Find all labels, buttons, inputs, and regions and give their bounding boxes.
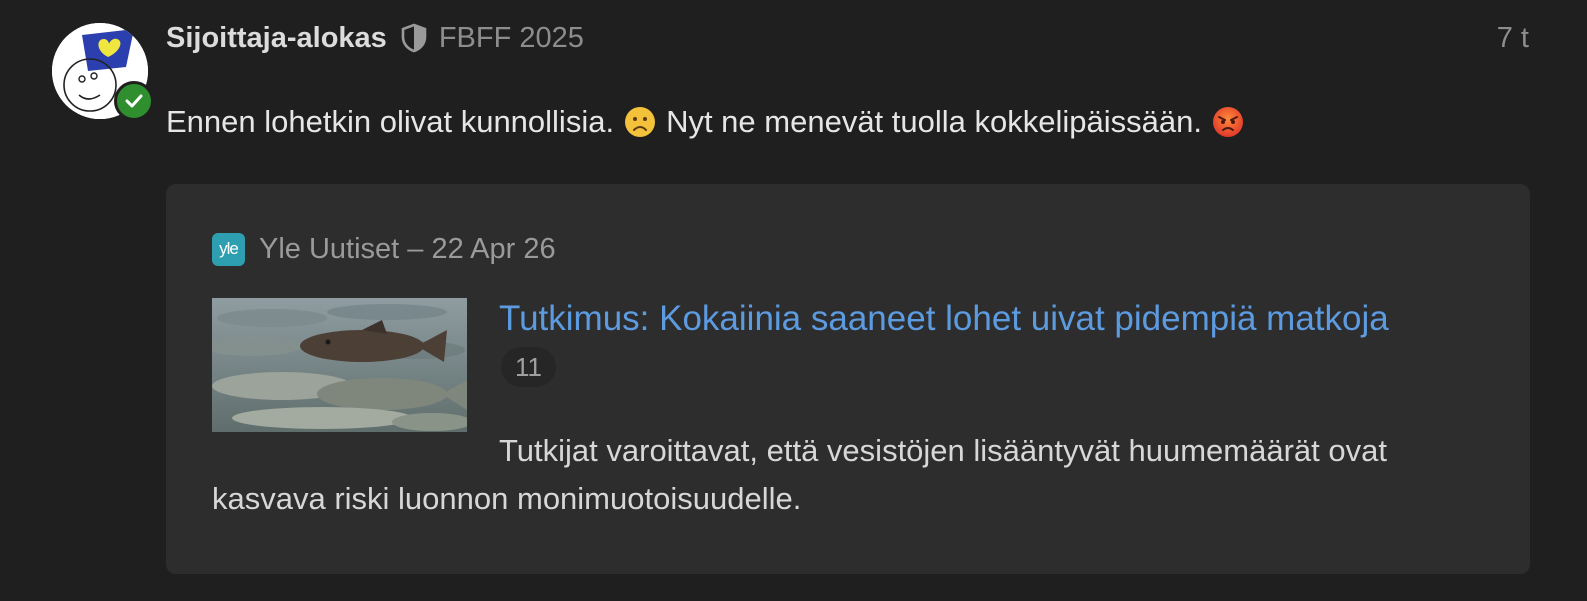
angry-face-emoji-icon	[1212, 107, 1243, 137]
post-timestamp: 7 t	[1496, 22, 1529, 54]
post-header: Sijoittaja-alokas FBFF 2025	[166, 18, 584, 58]
post-text-part2: Nyt ne menevät tuolla kokkelipäissään.	[666, 104, 1202, 139]
user-flair: FBFF 2025	[438, 21, 584, 54]
forum-post: Sijoittaja-alokas FBFF 2025 7 t Ennen lo…	[0, 0, 1587, 601]
article-thumbnail[interactable]	[212, 298, 467, 432]
post-text-part1: Ennen lohetkin olivat kunnollisia.	[166, 104, 615, 139]
click-count-badge: 11	[501, 347, 556, 387]
article-excerpt: Tutkijat varoittavat, että vesistöjen li…	[212, 433, 1387, 516]
post-body: Ennen lohetkin olivat kunnollisia. Nyt n…	[166, 104, 1254, 140]
verified-badge-icon	[114, 81, 154, 121]
link-preview-card[interactable]: yle Yle Uutiset – 22 Apr 26 Tutkimus: Ko…	[166, 184, 1530, 574]
source-label: Yle Uutiset – 22 Apr 26	[259, 232, 556, 265]
yle-logo-icon: yle	[212, 232, 245, 266]
link-source: yle Yle Uutiset – 22 Apr 26	[212, 229, 556, 269]
article-title-link[interactable]: Tutkimus: Kokaiinia saaneet lohet uivat …	[499, 298, 1389, 340]
frowning-face-emoji-icon	[625, 107, 656, 137]
shield-icon	[401, 23, 427, 53]
username[interactable]: Sijoittaja-alokas	[166, 22, 387, 55]
user-avatar[interactable]	[52, 23, 154, 121]
